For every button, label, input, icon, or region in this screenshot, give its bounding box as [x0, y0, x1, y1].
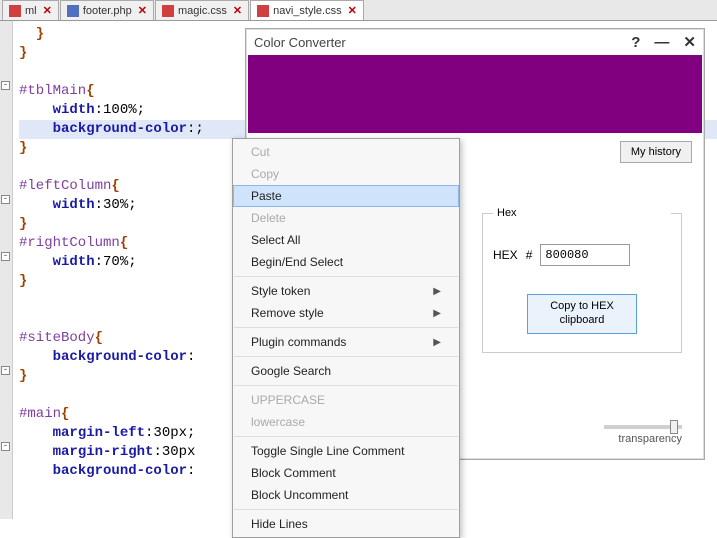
hash-symbol: #	[526, 248, 533, 262]
chevron-right-icon: ▶	[433, 286, 441, 297]
ctx-separator	[234, 327, 458, 328]
close-icon[interactable]: ✕	[348, 4, 357, 17]
hex-group: Hex HEX # Copy to HEX clipboard	[482, 213, 682, 353]
tab-label: ml	[25, 5, 37, 17]
color-converter-title: Color Converter	[254, 35, 346, 50]
tab-label: magic.css	[178, 5, 227, 17]
close-button[interactable]: ✕	[683, 33, 696, 51]
transparency-label: transparency	[618, 433, 682, 445]
ctx-block-uncomment[interactable]: Block Uncomment	[233, 484, 459, 506]
transparency-control: transparency	[604, 425, 682, 445]
ctx-cut[interactable]: Cut	[233, 141, 459, 163]
hex-label: HEX	[493, 248, 518, 262]
color-swatch	[248, 55, 702, 133]
tab-label: navi_style.css	[273, 5, 341, 17]
context-menu: Cut Copy Paste Delete Select All Begin/E…	[232, 138, 460, 538]
css-file-icon	[162, 5, 174, 17]
css-file-icon	[9, 5, 21, 17]
ctx-copy[interactable]: Copy	[233, 163, 459, 185]
tab-file-3[interactable]: magic.css ✕	[155, 0, 249, 20]
fold-minus-icon[interactable]: -	[1, 81, 10, 90]
ctx-paste[interactable]: Paste	[233, 185, 459, 207]
hex-input[interactable]	[540, 244, 630, 266]
ctx-separator	[234, 356, 458, 357]
my-history-button[interactable]: My history	[620, 141, 692, 163]
css-file-icon	[257, 5, 269, 17]
tab-file-4[interactable]: navi_style.css ✕	[250, 0, 364, 20]
hex-group-label: Hex	[493, 207, 671, 219]
color-converter-titlebar: Color Converter ? — ✕	[246, 29, 704, 55]
ctx-separator	[234, 276, 458, 277]
help-button[interactable]: ?	[631, 34, 640, 51]
ctx-plugin-commands[interactable]: Plugin commands▶	[233, 331, 459, 353]
ctx-delete[interactable]: Delete	[233, 207, 459, 229]
ctx-select-all[interactable]: Select All	[233, 229, 459, 251]
chevron-right-icon: ▶	[433, 308, 441, 319]
tab-file-1[interactable]: ml ✕	[2, 0, 59, 20]
ctx-separator	[234, 385, 458, 386]
fold-minus-icon[interactable]: -	[1, 366, 10, 375]
copy-to-hex-button[interactable]: Copy to HEX clipboard	[527, 294, 637, 334]
fold-minus-icon[interactable]: -	[1, 252, 10, 261]
ctx-uppercase[interactable]: UPPERCASE	[233, 389, 459, 411]
ctx-style-token[interactable]: Style token▶	[233, 280, 459, 302]
transparency-slider[interactable]	[604, 425, 682, 429]
tab-bar: ml ✕ footer.php ✕ magic.css ✕ navi_style…	[0, 0, 717, 21]
close-icon[interactable]: ✕	[138, 4, 147, 17]
ctx-lowercase[interactable]: lowercase	[233, 411, 459, 433]
php-file-icon	[67, 5, 79, 17]
tab-label: footer.php	[83, 5, 132, 17]
tab-file-2[interactable]: footer.php ✕	[60, 0, 154, 20]
fold-minus-icon[interactable]: -	[1, 195, 10, 204]
ctx-toggle-comment[interactable]: Toggle Single Line Comment	[233, 440, 459, 462]
ctx-block-comment[interactable]: Block Comment	[233, 462, 459, 484]
fold-gutter: - - - - -	[0, 21, 13, 519]
chevron-right-icon: ▶	[433, 337, 441, 348]
close-icon[interactable]: ✕	[43, 4, 52, 17]
close-icon[interactable]: ✕	[233, 4, 242, 17]
slider-thumb[interactable]	[670, 420, 678, 434]
ctx-remove-style[interactable]: Remove style▶	[233, 302, 459, 324]
ctx-google-search[interactable]: Google Search	[233, 360, 459, 382]
ctx-separator	[234, 509, 458, 510]
fold-minus-icon[interactable]: -	[1, 442, 10, 451]
ctx-hide-lines[interactable]: Hide Lines	[233, 513, 459, 535]
minimize-button[interactable]: —	[654, 34, 669, 51]
ctx-begin-end-select[interactable]: Begin/End Select	[233, 251, 459, 273]
ctx-separator	[234, 436, 458, 437]
